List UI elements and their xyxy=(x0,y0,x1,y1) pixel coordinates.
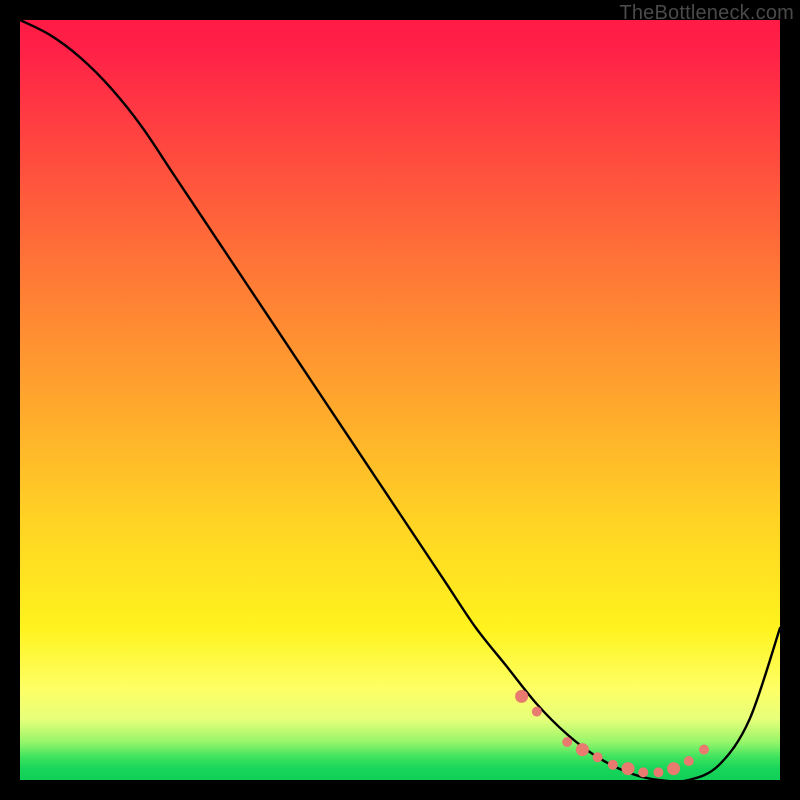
highlight-dot xyxy=(638,767,648,777)
highlight-dot xyxy=(562,737,572,747)
plot-area xyxy=(20,20,780,780)
highlight-dot xyxy=(684,756,694,766)
highlight-dot xyxy=(622,762,635,775)
highlight-dot xyxy=(532,707,542,717)
highlight-dot xyxy=(667,762,680,775)
highlight-dot xyxy=(593,752,603,762)
highlight-dot xyxy=(515,690,528,703)
highlight-dot xyxy=(699,745,709,755)
chart-frame: TheBottleneck.com xyxy=(0,0,800,800)
optimal-range-dots xyxy=(515,690,709,778)
highlight-dot xyxy=(608,760,618,770)
highlight-dot xyxy=(576,743,589,756)
curve-layer xyxy=(20,20,780,780)
bottleneck-curve xyxy=(20,20,780,781)
highlight-dot xyxy=(653,767,663,777)
